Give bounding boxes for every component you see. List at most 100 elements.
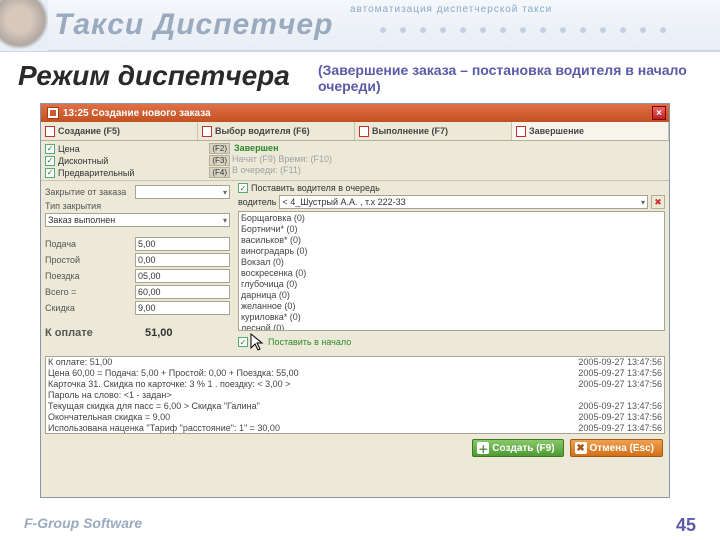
status-label: Завершен xyxy=(232,143,665,153)
main-body: Закрытие от заказа Тип закрытия Заказ вы… xyxy=(41,181,669,352)
titlebar[interactable]: 13:25 Создание нового заказа × xyxy=(41,104,669,122)
mouse-cursor-icon xyxy=(251,334,265,350)
list-item[interactable]: лесной (0) xyxy=(241,323,662,331)
flag-label: Дисконтный xyxy=(58,156,108,166)
close-type-select[interactable]: Заказ выполнен xyxy=(45,213,230,227)
row-label: Подача xyxy=(45,239,135,249)
list-item[interactable]: воскресенка (0) xyxy=(241,268,662,279)
grand-total-value: 51,00 xyxy=(135,327,230,339)
tabs: Создание (F5) Выбор водителя (F6) Выполн… xyxy=(41,122,669,141)
list-item[interactable]: Бортничи* (0) xyxy=(241,224,662,235)
tab-label: Завершение xyxy=(529,126,584,136)
log-row: Карточка 31. Скидка по карточке: 3 % 1 .… xyxy=(46,379,664,390)
list-item[interactable]: куриловка* (0) xyxy=(241,312,662,323)
footer: F-Group Software 45 xyxy=(0,515,720,540)
top-banner: Такси Диспетчер автоматизация диспетчерс… xyxy=(0,0,720,52)
row-label: Простой xyxy=(45,255,135,265)
driver-value: < 4_Шустрый А.А. , т.х 222-33 xyxy=(282,197,405,207)
district-listbox[interactable]: Борщаговка (0) Бортничи* (0) васильков* … xyxy=(238,211,665,331)
order-window: 13:25 Создание нового заказа × Создание … xyxy=(40,103,670,498)
price-idle-input[interactable]: 0,00 xyxy=(135,253,230,267)
checkbox-icon: ✓ xyxy=(45,168,55,178)
log-row: Окончательная скидка = 9,002005-09-27 13… xyxy=(46,412,664,423)
list-item[interactable]: Вокзал (0) xyxy=(241,257,662,268)
tab-label: Выбор водителя (F6) xyxy=(215,126,310,136)
window-title: 13:25 Создание нового заказа xyxy=(63,108,648,119)
price-total-input[interactable]: 60,00 xyxy=(135,285,230,299)
price-trip-input[interactable]: 05,00 xyxy=(135,269,230,283)
status-line: В очереди: (F11) xyxy=(232,165,665,175)
page-title: Режим диспетчера xyxy=(18,60,318,92)
tagline: автоматизация диспетчерской такси xyxy=(350,4,552,15)
type-label: Тип закрытия xyxy=(45,201,135,211)
tab-label: Выполнение (F7) xyxy=(372,126,448,136)
tab-driver[interactable]: Выбор водителя (F6) xyxy=(198,122,355,140)
brand-text: Такси Диспетчер xyxy=(54,8,333,42)
log-row: Цена 60,00 = Подача: 5,00 + Простой: 0,0… xyxy=(46,368,664,379)
row-label: Поездка xyxy=(45,271,135,281)
driver-label: водитель xyxy=(238,197,276,207)
flag-pre[interactable]: ✓ Предварительный (F4) xyxy=(45,167,230,178)
hotkey-badge: (F2) xyxy=(209,143,230,154)
page-subtitle: (Завершение заказа – постановка водителя… xyxy=(318,60,702,94)
window-icon xyxy=(47,107,59,119)
grand-total-label: К оплате xyxy=(45,327,135,339)
grand-total-row: К оплате 51,00 xyxy=(45,327,230,339)
button-row: ＋ Создать (F9) ✖ Отмена (Esc) xyxy=(41,434,669,457)
list-item[interactable]: васильков* (0) xyxy=(241,235,662,246)
cancel-button[interactable]: ✖ Отмена (Esc) xyxy=(570,439,663,457)
operator-avatar xyxy=(0,0,48,51)
select-value: Заказ выполнен xyxy=(48,215,115,225)
heading-row: Режим диспетчера (Завершение заказа – по… xyxy=(0,52,720,94)
tab-complete[interactable]: Завершение xyxy=(512,122,669,140)
put-start-label: Поставить в начало xyxy=(268,337,351,347)
price-deliver-input[interactable]: 5,00 xyxy=(135,237,230,251)
put-start-check[interactable]: ✓ Поставить в начало xyxy=(238,334,665,350)
checkbox-icon: ✓ xyxy=(45,156,55,166)
flag-label: Цена xyxy=(58,144,80,154)
log-row: Использована наценка "Тариф "расстояние"… xyxy=(46,423,664,434)
list-item[interactable]: виноградарь (0) xyxy=(241,246,662,257)
clear-driver-button[interactable]: ✖ xyxy=(651,195,665,209)
row-label: Всего = xyxy=(45,287,135,297)
list-item[interactable]: желанное (0) xyxy=(241,301,662,312)
log-row: Пароль на слово: <1 - задан> xyxy=(46,390,664,401)
tab-execute[interactable]: Выполнение (F7) xyxy=(355,122,512,140)
flag-price[interactable]: ✓ Цена (F2) xyxy=(45,143,230,154)
log-row: К оплате: 51,002005-09-27 13:47:56 xyxy=(46,357,664,368)
queue-driver-label: Поставить водителя в очередь xyxy=(251,183,380,193)
detach-row: Закрытие от заказа xyxy=(45,185,230,199)
checkbox-icon: ✓ xyxy=(238,183,248,193)
queue-driver-check[interactable]: ✓ Поставить водителя в очередь xyxy=(238,183,665,193)
tab-create[interactable]: Создание (F5) xyxy=(41,122,198,140)
log-row: Текущая скидка для пасс = 6,00 > Скидка … xyxy=(46,401,664,412)
create-label: Создать (F9) xyxy=(492,443,554,454)
create-button[interactable]: ＋ Создать (F9) xyxy=(472,439,563,457)
flag-discount[interactable]: ✓ Дисконтный (F3) xyxy=(45,155,230,166)
hotkey-badge: (F3) xyxy=(209,155,230,166)
status-line: Начат (F9) Время: (F10) xyxy=(232,154,665,164)
close-button[interactable]: × xyxy=(652,106,666,120)
left-column: Закрытие от заказа Тип закрытия Заказ вы… xyxy=(45,183,230,350)
checkbox-icon: ✓ xyxy=(238,337,248,347)
company-name: F-Group Software xyxy=(24,515,142,536)
list-item[interactable]: дарница (0) xyxy=(241,290,662,301)
cancel-label: Отмена (Esc) xyxy=(590,443,654,454)
type-row: Тип закрытия xyxy=(45,201,230,211)
detach-select[interactable] xyxy=(135,185,230,199)
tab-label: Создание (F5) xyxy=(58,126,120,136)
driver-select[interactable]: < 4_Шустрый А.А. , т.х 222-33 xyxy=(279,195,648,209)
flag-label: Предварительный xyxy=(58,168,134,178)
flags-row: ✓ Цена (F2) ✓ Дисконтный (F3) ✓ Предвари… xyxy=(41,141,669,181)
decorative-dots xyxy=(380,18,710,42)
pdf-icon xyxy=(516,126,526,137)
row-label: Скидка xyxy=(45,303,135,313)
hotkey-badge: (F4) xyxy=(209,167,230,178)
list-item[interactable]: глубочица (0) xyxy=(241,279,662,290)
plus-icon: ＋ xyxy=(477,442,489,454)
log-box[interactable]: К оплате: 51,002005-09-27 13:47:56 Цена … xyxy=(45,356,665,434)
close-icon: ✖ xyxy=(575,442,587,454)
price-discount-input[interactable]: 9,00 xyxy=(135,301,230,315)
list-item[interactable]: Борщаговка (0) xyxy=(241,213,662,224)
right-column: ✓ Поставить водителя в очередь водитель … xyxy=(238,183,665,350)
